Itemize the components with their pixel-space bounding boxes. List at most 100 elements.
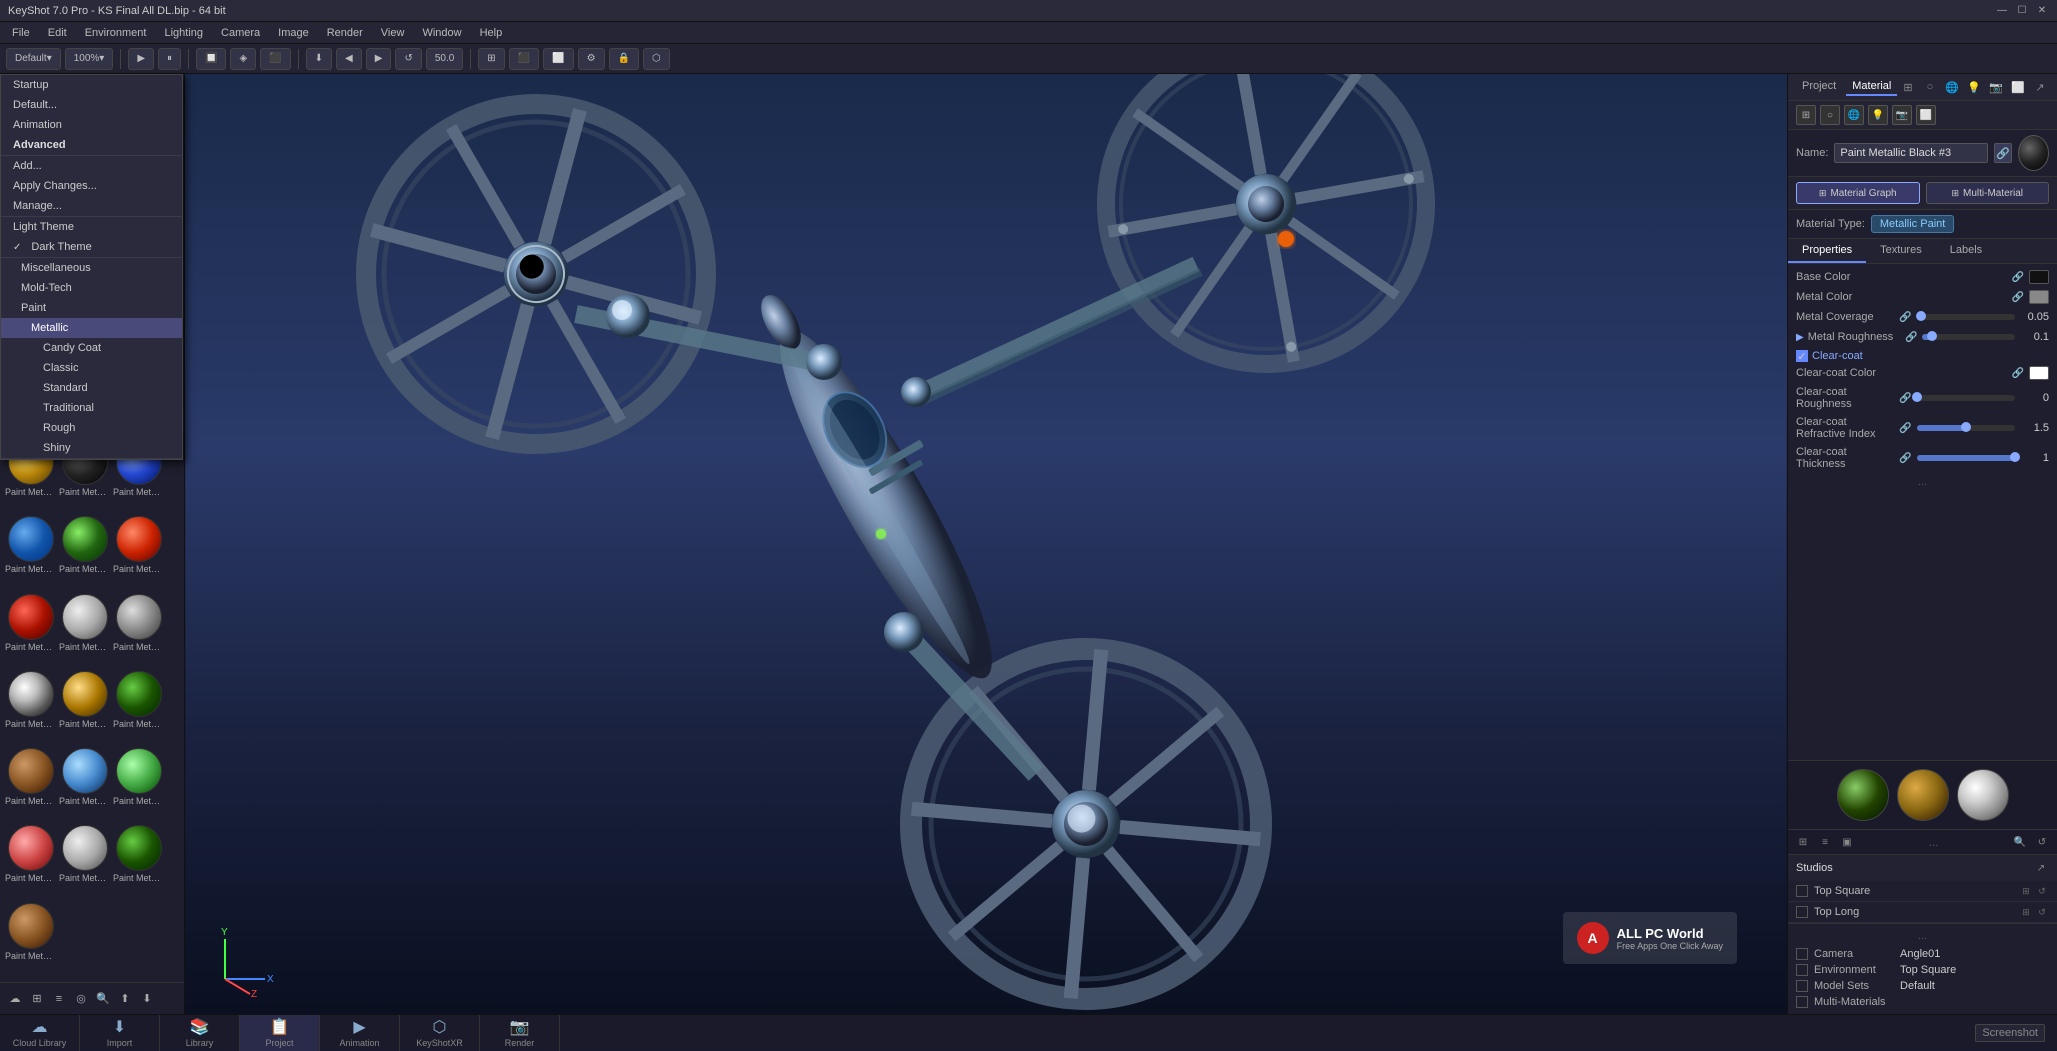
pause-btn[interactable]: ⏸ (158, 48, 181, 70)
tab-project[interactable]: Project (1796, 78, 1842, 96)
search-icon[interactable]: 🔍 (94, 990, 112, 1008)
maximize-icon[interactable]: ☐ (2015, 4, 2029, 18)
preview-sphere-chrome[interactable] (1957, 769, 2009, 821)
prop-clearcoat-refractive-link[interactable]: 🔗 (1899, 421, 1913, 435)
view-btn5[interactable]: 🔒 (609, 48, 639, 70)
dropdown-metallic[interactable]: Metallic (1, 318, 182, 338)
frame-input[interactable]: 50.0 (426, 48, 463, 70)
dropdown-shiny[interactable]: Shiny (1, 438, 182, 458)
prop-clearcoat-thickness-link[interactable]: 🔗 (1899, 451, 1913, 465)
menu-render[interactable]: Render (319, 25, 371, 41)
scene-camera-check[interactable] (1796, 948, 1808, 960)
dropdown-classic[interactable]: Classic (1, 358, 182, 378)
minimize-icon[interactable]: — (1995, 4, 2009, 18)
view-btn6[interactable]: ⬡ (643, 48, 670, 70)
prop-clearcoat-thickness-slider[interactable] (1917, 455, 2016, 461)
refresh-btn[interactable]: ↺ (395, 48, 421, 70)
down-icon[interactable]: ⬇ (138, 990, 156, 1008)
prev-icon-list[interactable]: ≡ (1816, 833, 1834, 851)
mat-item-13[interactable]: Paint Metal... (60, 748, 110, 821)
prop-base-color-swatch[interactable] (2029, 270, 2049, 284)
mat-name-input[interactable] (1834, 143, 1988, 163)
dropdown-dark-theme[interactable]: Dark Theme (1, 237, 182, 257)
prop-metal-roughness-link[interactable]: 🔗 (1904, 330, 1918, 344)
mat-item-18[interactable]: Paint Metal... (6, 903, 56, 976)
prop-clearcoat-refractive-slider[interactable] (1917, 425, 2016, 431)
mat-item-3[interactable]: Paint Metal... (6, 516, 56, 589)
studio-top-long-action1[interactable]: ⊞ (2019, 905, 2033, 919)
studios-icon-collapse[interactable]: ↗ (2033, 860, 2049, 876)
prop-metal-color-link[interactable]: 🔗 (2011, 290, 2025, 304)
close-icon[interactable]: ✕ (2035, 4, 2049, 18)
dropdown-apply-changes[interactable]: Apply Changes... (1, 176, 182, 196)
mat-item-9[interactable]: Paint Metal... (6, 671, 56, 744)
preview-sphere-hex[interactable] (1897, 769, 1949, 821)
view-btn3[interactable]: ⬜ (543, 48, 573, 70)
zoom-input[interactable]: 100% ▾ (65, 48, 114, 70)
screenshot-button[interactable]: Screenshot (1975, 1024, 2045, 1042)
mat-item-4[interactable]: Paint Metal... (60, 516, 110, 589)
list-icon[interactable]: ≡ (50, 990, 68, 1008)
mat-item-8[interactable]: Paint Metal... (114, 594, 164, 667)
statusbar-import[interactable]: ⬇ Import (80, 1015, 160, 1051)
dropdown-advanced[interactable]: Advanced (1, 135, 182, 155)
prop-metal-coverage-slider[interactable] (1917, 314, 2016, 320)
tab-material[interactable]: Material (1846, 78, 1897, 96)
tab-labels[interactable]: Labels (1936, 239, 1996, 263)
import-btn[interactable]: ⬇ (306, 48, 332, 70)
camera-icon[interactable]: ◎ (72, 990, 90, 1008)
studio-top-long-action2[interactable]: ↺ (2035, 905, 2049, 919)
rp-icon-grid[interactable]: ⊞ (1899, 78, 1917, 96)
dropdown-rough[interactable]: Rough (1, 418, 182, 438)
prop-metal-coverage-link[interactable]: 🔗 (1899, 310, 1913, 324)
mat-icon-4[interactable]: 📷 (1892, 105, 1912, 125)
rp-icon-square[interactable]: ⬜ (2009, 78, 2027, 96)
studio-top-square-check[interactable] (1796, 885, 1808, 897)
menu-image[interactable]: Image (270, 25, 317, 41)
mat-item-12[interactable]: Paint Metal... (6, 748, 56, 821)
prev-icon-grid[interactable]: ⊞ (1794, 833, 1812, 851)
tab-textures[interactable]: Textures (1866, 239, 1936, 263)
cloud-icon[interactable]: ☁ (6, 990, 24, 1008)
dropdown-paint[interactable]: Paint (1, 298, 182, 318)
studio-top-square[interactable]: Top Square ⊞ ↺ (1788, 881, 2057, 902)
prop-metal-roughness-slider[interactable] (1922, 334, 2015, 340)
prop-clearcoat-check[interactable]: ✓ (1796, 350, 1808, 362)
scene-modelsets-check[interactable] (1796, 980, 1808, 992)
scene-dots[interactable]: ... (1796, 930, 2049, 942)
mat-icon-5[interactable]: ⬜ (1916, 105, 1936, 125)
view-btn2[interactable]: ⬛ (509, 48, 539, 70)
render3-btn[interactable]: ⬛ (260, 48, 290, 70)
view-btn4[interactable]: ⚙ (578, 48, 605, 70)
statusbar-keyshotxr[interactable]: ⬡ KeyShotXR (400, 1015, 480, 1051)
dropdown-default[interactable]: Default... (1, 95, 182, 115)
dropdown-light-theme[interactable]: Light Theme (1, 217, 182, 237)
statusbar-render[interactable]: 📷 Render (480, 1015, 560, 1051)
mat-item-10[interactable]: Paint Metal... (60, 671, 110, 744)
dropdown-add[interactable]: Add... (1, 156, 182, 176)
prev-icon-3[interactable]: ▣ (1838, 833, 1856, 851)
mat-item-5[interactable]: Paint Metal... (114, 516, 164, 589)
rp-icon-collapse[interactable]: ↗ (2031, 78, 2049, 96)
preview-sphere-forest[interactable] (1837, 769, 1889, 821)
forward-btn[interactable]: ▶ (366, 48, 392, 70)
prop-clearcoat-label[interactable]: Clear-coat (1812, 350, 1863, 362)
prop-base-color-link[interactable]: 🔗 (2011, 270, 2025, 284)
prev-icon-refresh[interactable]: ↺ (2033, 833, 2051, 851)
preset-dropdown[interactable]: Default ▾ (6, 48, 61, 70)
menu-camera[interactable]: Camera (213, 25, 268, 41)
prop-metal-color-swatch[interactable] (2029, 290, 2049, 304)
studio-top-square-action2[interactable]: ↺ (2035, 884, 2049, 898)
rp-icon-circle[interactable]: ○ (1921, 78, 1939, 96)
rp-icon-globe[interactable]: 🌐 (1943, 78, 1961, 96)
mat-icon-0[interactable]: ⊞ (1796, 105, 1816, 125)
mat-item-14[interactable]: Paint Metal... (114, 748, 164, 821)
dropdown-manage[interactable]: Manage... (1, 196, 182, 216)
prev-icon-search[interactable]: 🔍 (2011, 833, 2029, 851)
dropdown-candy-coat[interactable]: Candy Coat (1, 338, 182, 358)
mat-item-15[interactable]: Paint Metal... (6, 825, 56, 898)
render-btn[interactable]: 🔲 (196, 48, 226, 70)
statusbar-animation[interactable]: ▶ Animation (320, 1015, 400, 1051)
prop-more-dots[interactable]: ... (1796, 476, 2049, 488)
menu-environment[interactable]: Environment (77, 25, 155, 41)
